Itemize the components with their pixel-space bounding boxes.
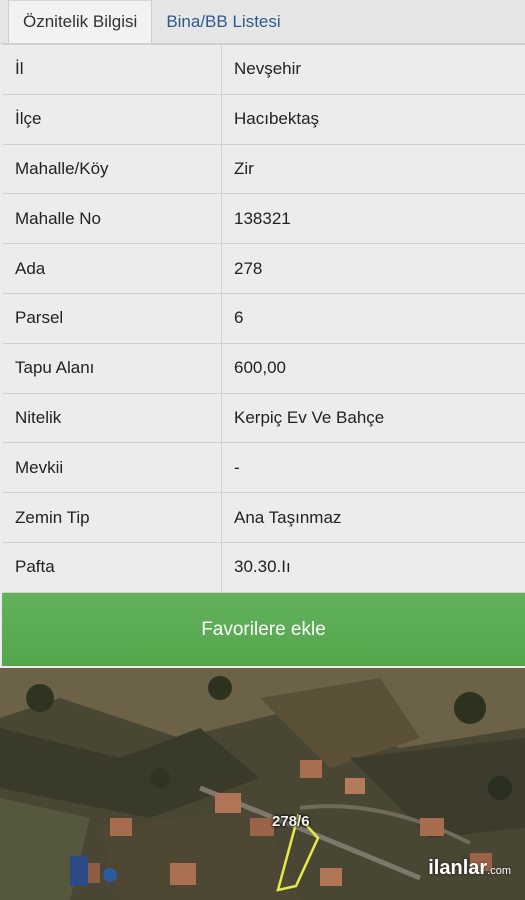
attribute-value: 600,00	[234, 358, 286, 378]
table-row: Ada 278	[3, 244, 525, 294]
attribute-key: Mevkii	[3, 443, 222, 493]
table-row: İlçe Hacıbektaş	[3, 94, 525, 145]
attribute-value: Zir	[234, 158, 254, 178]
add-favorite-button[interactable]: Favorilere ekle	[2, 593, 525, 666]
satellite-map[interactable]: 278/6 ilanlar.com	[0, 668, 525, 900]
table-row: Mahalle No 138321	[3, 194, 525, 245]
attribute-key: Pafta	[3, 542, 222, 592]
attribute-key: Mahalle No	[3, 194, 222, 244]
table-row: Zemin Tip Ana Taşınmaz	[3, 493, 525, 543]
attribute-value: Hacıbektaş	[234, 109, 320, 129]
attribute-key: Tapu Alanı	[3, 343, 222, 393]
attribute-key: İlçe	[3, 94, 222, 144]
attribute-key: Mahalle/Köy	[3, 144, 222, 194]
attribute-value: Ana Taşınmaz	[234, 507, 342, 527]
attribute-value: Kerpiç Ev Ve Bahçe	[234, 407, 385, 427]
attribute-key: Zemin Tip	[3, 493, 222, 542]
attribute-key: Parsel	[3, 293, 222, 343]
attribute-value: 6	[234, 308, 244, 328]
table-row: Pafta 30.30.Iı	[3, 542, 525, 593]
table-row: Nitelik Kerpiç Ev Ve Bahçe	[3, 393, 525, 444]
attribute-value: 30.30.Iı	[234, 557, 291, 577]
attribute-key: Ada	[3, 244, 222, 293]
table-row: Tapu Alanı 600,00	[3, 343, 525, 394]
attribute-value: -	[234, 457, 240, 477]
attribute-value: Nevşehir	[234, 59, 302, 79]
table-row: İl Nevşehir	[3, 45, 525, 95]
attribute-table: İl Nevşehir İlçe Hacıbektaş Mahalle/Köy …	[3, 44, 525, 593]
parcel-label: 278/6	[272, 813, 310, 830]
tab-attribute-info[interactable]: Öznitelik Bilgisi	[8, 0, 153, 43]
table-row: Parsel 6	[3, 293, 525, 344]
attribute-value: 278	[234, 258, 263, 278]
table-row: Mahalle/Köy Zir	[3, 144, 525, 195]
watermark-logo: ilanlar.com	[428, 857, 511, 879]
attribute-value: 138321	[234, 208, 291, 228]
attribute-key: Nitelik	[3, 393, 222, 443]
table-row: Mevkii -	[3, 443, 525, 494]
tab-bar: Öznitelik Bilgisi Bina/BB Listesi	[0, 0, 525, 44]
attribute-key: İl	[3, 45, 222, 94]
attribute-panel: Öznitelik Bilgisi Bina/BB Listesi İl Nev…	[0, 0, 525, 668]
tab-building-list[interactable]: Bina/BB Listesi	[152, 0, 294, 43]
